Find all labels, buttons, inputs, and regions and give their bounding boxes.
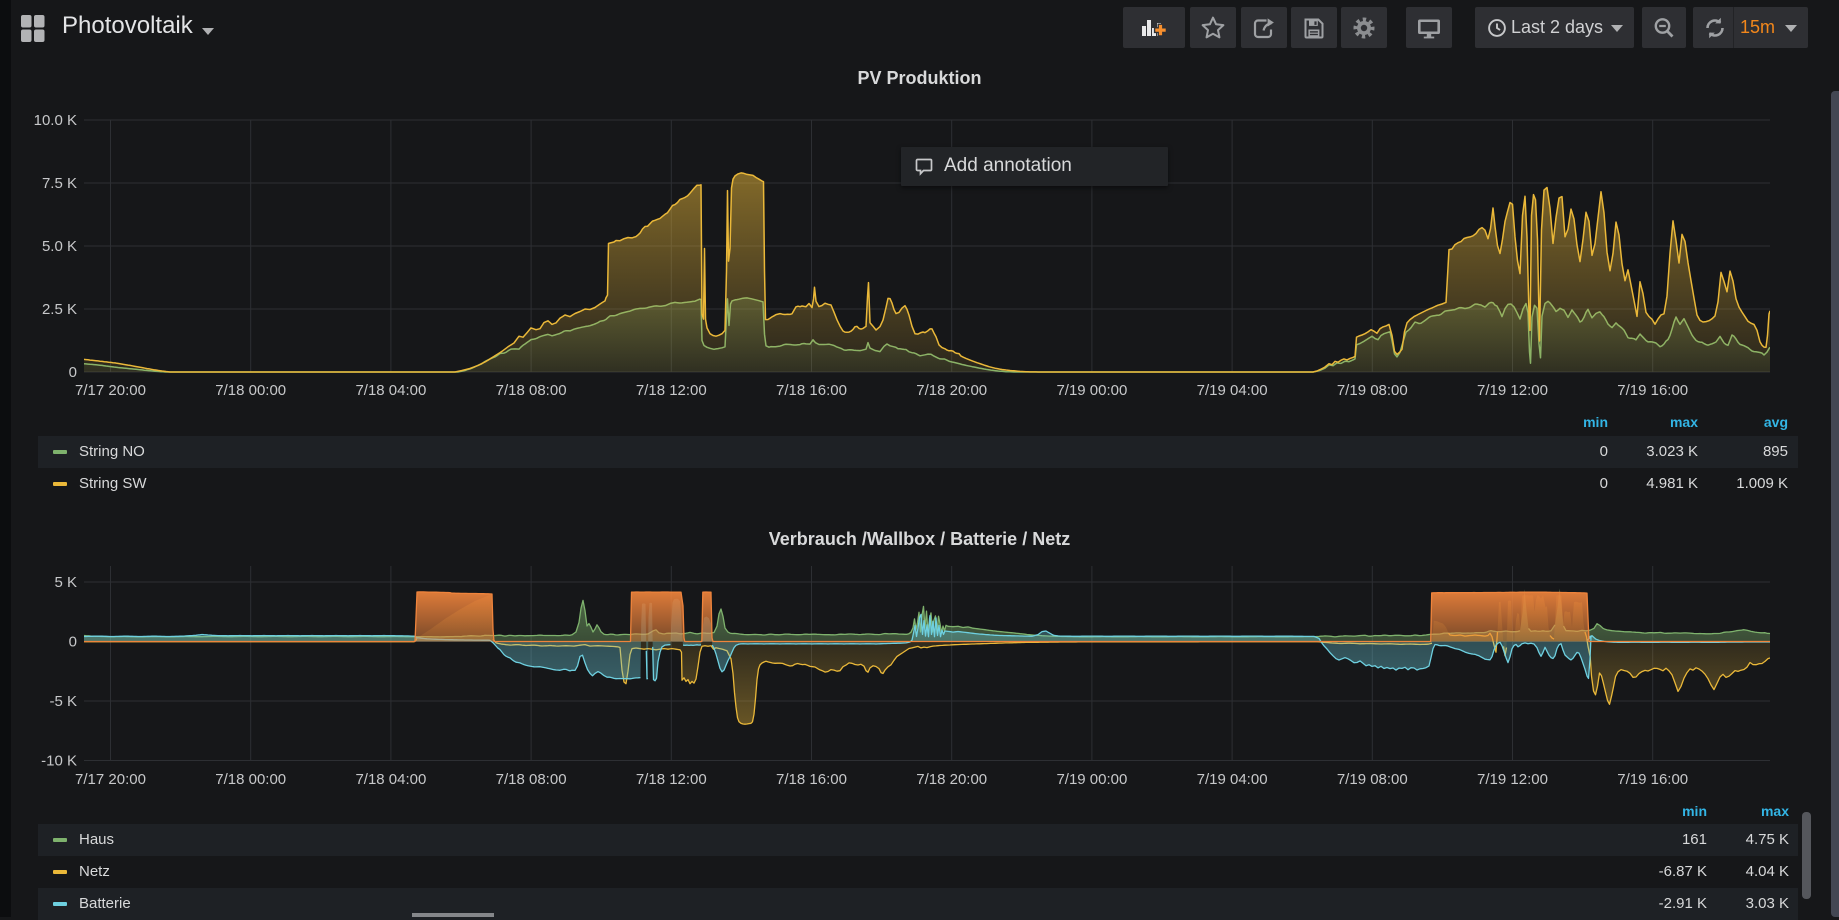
svg-text:10.0 K: 10.0 K bbox=[34, 112, 77, 129]
svg-text:7/18 00:00: 7/18 00:00 bbox=[215, 771, 286, 788]
svg-text:0: 0 bbox=[69, 634, 77, 651]
svg-text:7/18 08:00: 7/18 08:00 bbox=[496, 382, 567, 399]
svg-text:5.0 K: 5.0 K bbox=[42, 238, 77, 255]
svg-text:-5 K: -5 K bbox=[49, 693, 77, 710]
svg-text:7/19 16:00: 7/19 16:00 bbox=[1617, 771, 1688, 788]
svg-text:7/18 20:00: 7/18 20:00 bbox=[916, 771, 987, 788]
svg-text:7/19 04:00: 7/19 04:00 bbox=[1197, 382, 1268, 399]
svg-text:7/19 00:00: 7/19 00:00 bbox=[1056, 771, 1127, 788]
svg-text:2.5 K: 2.5 K bbox=[42, 301, 77, 318]
svg-text:7/18 12:00: 7/18 12:00 bbox=[636, 771, 707, 788]
svg-text:7/19 08:00: 7/19 08:00 bbox=[1337, 382, 1408, 399]
svg-text:7/19 12:00: 7/19 12:00 bbox=[1477, 771, 1548, 788]
svg-text:5 K: 5 K bbox=[54, 574, 77, 591]
svg-text:7/17 20:00: 7/17 20:00 bbox=[75, 771, 146, 788]
svg-text:7/18 04:00: 7/18 04:00 bbox=[355, 771, 426, 788]
svg-text:7.5 K: 7.5 K bbox=[42, 175, 77, 192]
svg-text:7/18 04:00: 7/18 04:00 bbox=[355, 382, 426, 399]
svg-text:-10 K: -10 K bbox=[41, 753, 77, 770]
svg-text:7/19 04:00: 7/19 04:00 bbox=[1197, 771, 1268, 788]
svg-text:7/19 12:00: 7/19 12:00 bbox=[1477, 382, 1548, 399]
svg-text:7/17 20:00: 7/17 20:00 bbox=[75, 382, 146, 399]
svg-text:7/19 16:00: 7/19 16:00 bbox=[1617, 382, 1688, 399]
svg-text:7/19 08:00: 7/19 08:00 bbox=[1337, 771, 1408, 788]
svg-text:7/19 00:00: 7/19 00:00 bbox=[1056, 382, 1127, 399]
svg-text:7/18 20:00: 7/18 20:00 bbox=[916, 382, 987, 399]
svg-text:0: 0 bbox=[69, 364, 77, 381]
svg-text:7/18 08:00: 7/18 08:00 bbox=[496, 771, 567, 788]
svg-text:7/18 16:00: 7/18 16:00 bbox=[776, 382, 847, 399]
svg-text:7/18 12:00: 7/18 12:00 bbox=[636, 382, 707, 399]
svg-text:7/18 16:00: 7/18 16:00 bbox=[776, 771, 847, 788]
svg-text:7/18 00:00: 7/18 00:00 bbox=[215, 382, 286, 399]
